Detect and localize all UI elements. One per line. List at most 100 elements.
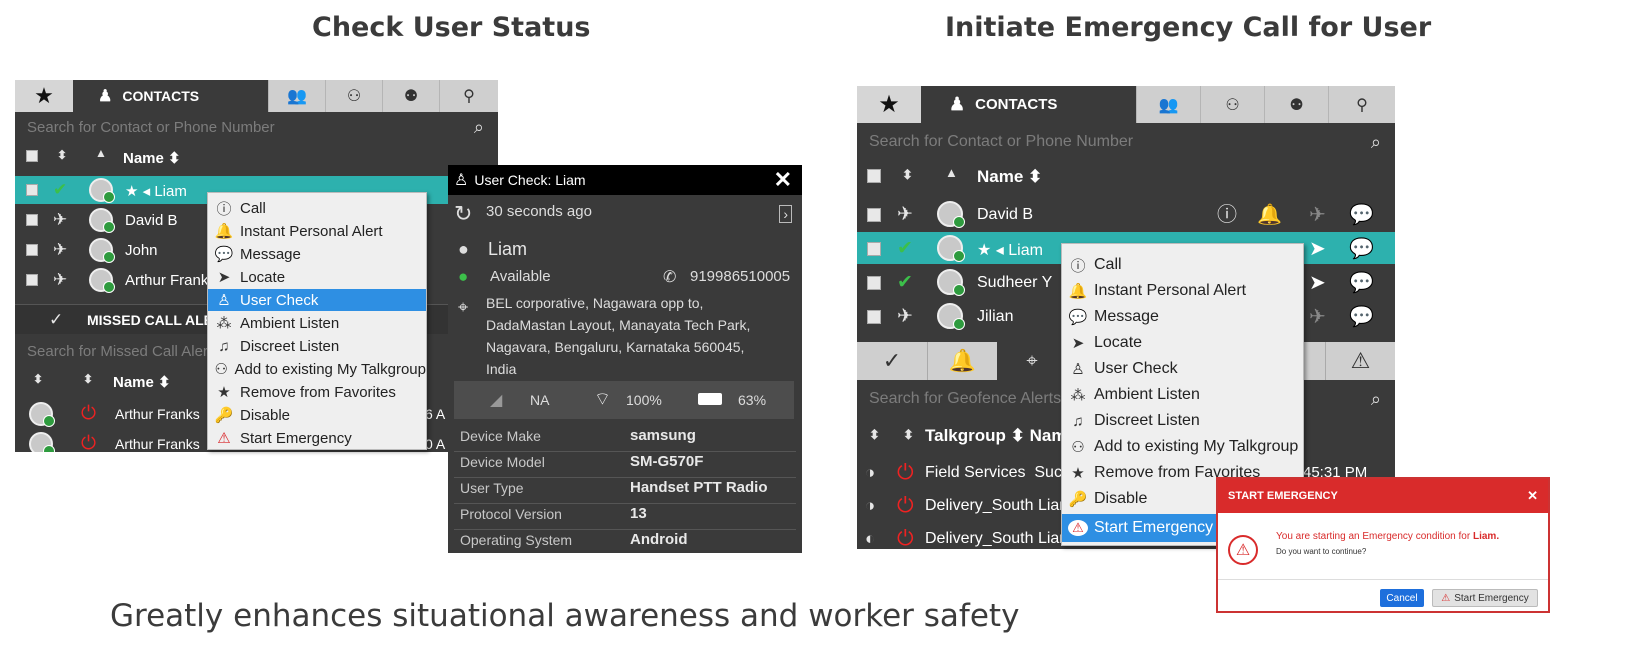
search-icon[interactable]: ⌕: [1371, 389, 1381, 410]
name-column-header[interactable]: Name ⬍: [123, 149, 181, 167]
offline-plane-icon: ✈: [897, 306, 913, 327]
locate-icon[interactable]: ✈: [1309, 205, 1326, 225]
refresh-icon[interactable]: ↻: [454, 201, 472, 227]
menu-instant-personal-alert[interactable]: 🔔 Instant Personal Alert: [1062, 278, 1303, 304]
message-icon[interactable]: 💬: [1349, 273, 1374, 293]
dispatch-tab[interactable]: ⚲: [439, 80, 498, 112]
dispatch-icon: ⚲: [463, 88, 475, 105]
start-emergency-button[interactable]: ⚠ Start Emergency: [1432, 589, 1538, 607]
menu-instant-personal-alert[interactable]: 🔔 Instant Personal Alert: [208, 220, 426, 242]
group-tab[interactable]: 👥: [268, 80, 325, 112]
cancel-button[interactable]: Cancel: [1380, 589, 1424, 607]
sort-icon[interactable]: ⬍: [83, 373, 93, 385]
menu-message[interactable]: 💬 Message: [208, 243, 426, 265]
menu-locate[interactable]: ➤ Locate: [208, 266, 426, 288]
alert-name: Delivery_South Liar: [925, 530, 1065, 547]
geofence-tab[interactable]: ⌖: [997, 342, 1067, 380]
device-make-label: Device Make: [460, 428, 541, 444]
row-checkbox[interactable]: [867, 276, 881, 290]
missed-call-tab[interactable]: ✓: [857, 342, 927, 380]
row-checkbox[interactable]: [26, 184, 38, 196]
close-icon[interactable]: ✕: [774, 167, 792, 193]
menu-user-check[interactable]: ♙ User Check: [1062, 356, 1303, 382]
group-tab[interactable]: 👥: [1136, 86, 1200, 123]
name-column-header[interactable]: Name ⬍: [977, 167, 1042, 187]
missed-call-icon: ✓: [49, 310, 64, 329]
discreet-listen-icon: ♫: [1072, 412, 1084, 430]
contact-search-input[interactable]: Search for Contact or Phone Number ⌕: [857, 126, 1395, 158]
row-checkbox[interactable]: [867, 208, 881, 222]
locate-icon[interactable]: ➤: [1309, 273, 1326, 293]
row-checkbox[interactable]: [867, 310, 881, 324]
broadcast-tab[interactable]: ⚉: [1264, 86, 1328, 123]
avatar: [937, 303, 965, 330]
user-check-titlebar: ♙ User Check: Liam ✕: [448, 165, 802, 195]
menu-user-check[interactable]: ♙ User Check: [208, 289, 426, 311]
sort-icon[interactable]: ⬍: [903, 428, 914, 441]
emergency-icon: ⚠: [1441, 592, 1451, 604]
expand-icon[interactable]: ›: [779, 205, 792, 223]
emergency-icon: ⚠: [217, 430, 231, 447]
dispatch-tab[interactable]: ⚲: [1328, 86, 1395, 123]
menu-ambient-listen[interactable]: ⁂ Ambient Listen: [1062, 382, 1303, 408]
menu-remove-favorites[interactable]: ★ Remove from Favorites: [208, 381, 426, 403]
message-icon[interactable]: 💬: [1349, 205, 1374, 225]
dialog-title: START EMERGENCY: [1228, 490, 1338, 502]
sort-icon[interactable]: ⬍: [869, 428, 880, 441]
favorites-tab[interactable]: ★: [857, 86, 921, 123]
group-icon: 👥: [1158, 96, 1179, 114]
missed-name: Arthur Franks: [115, 406, 200, 422]
emergency-tab[interactable]: ⚠: [1325, 342, 1395, 380]
start-emergency-dialog: START EMERGENCY ✕ ⚠ You are starting an …: [1216, 477, 1550, 613]
search-icon[interactable]: ⌕: [474, 117, 484, 138]
locate-icon[interactable]: ✈: [1309, 307, 1326, 327]
contacts-tab[interactable]: ♟ CONTACTS: [73, 80, 268, 112]
sort-up-icon[interactable]: ▲: [95, 147, 107, 159]
menu-start-emergency[interactable]: ⚠ Start Emergency: [208, 427, 426, 449]
row-checkbox[interactable]: [867, 242, 881, 256]
row-checkbox[interactable]: [26, 274, 38, 286]
missed-name-header[interactable]: Name ⬍: [113, 373, 171, 391]
locate-icon[interactable]: ➤: [1309, 239, 1326, 259]
sort-icon[interactable]: ⬍: [33, 373, 43, 385]
bell-icon[interactable]: 🔔: [1257, 205, 1282, 225]
menu-disable[interactable]: 🔑 Disable: [208, 404, 426, 426]
talkgroup-tab[interactable]: ⚇: [325, 80, 382, 112]
search-icon[interactable]: ⌕: [1371, 132, 1381, 153]
close-icon[interactable]: ✕: [1527, 488, 1538, 504]
menu-call[interactable]: ⓘ Call: [1062, 252, 1303, 278]
row-checkbox[interactable]: [26, 214, 38, 226]
message-icon[interactable]: 💬: [1349, 239, 1374, 259]
star-icon: ★: [878, 91, 900, 118]
available-icon: ●: [458, 267, 469, 286]
contact-search-input[interactable]: Search for Contact or Phone Number ⌕: [15, 113, 498, 141]
available-check-icon: ✔: [53, 180, 68, 199]
menu-discreet-listen[interactable]: ♫ Discreet Listen: [1062, 408, 1303, 434]
row-checkbox[interactable]: [26, 244, 38, 256]
favorites-tab[interactable]: ★: [15, 80, 73, 112]
phone-icon: ✆: [663, 269, 677, 286]
select-all-checkbox[interactable]: [26, 150, 38, 162]
broadcast-tab[interactable]: ⚉: [382, 80, 439, 112]
talkgroup-column-header[interactable]: Talkgroup ⬍ Nam: [925, 426, 1066, 446]
sort-icon[interactable]: ⬍: [57, 149, 67, 161]
menu-discreet-listen[interactable]: ♫ Discreet Listen: [208, 335, 426, 357]
menu-message[interactable]: 💬 Message: [1062, 304, 1303, 330]
contacts-tab-label: CONTACTS: [122, 88, 200, 104]
alerts-tab[interactable]: 🔔: [927, 342, 997, 380]
call-icon[interactable]: ⓘ: [1217, 205, 1237, 225]
last-update: 30 seconds ago: [486, 203, 592, 220]
ambient-listen-icon: ⁂: [216, 315, 232, 332]
talkgroup-tab[interactable]: ⚇: [1200, 86, 1264, 123]
menu-call[interactable]: ⓘ Call: [208, 197, 426, 219]
sort-icon[interactable]: ⬍: [902, 168, 913, 181]
contacts-tab[interactable]: ♟ CONTACTS: [921, 86, 1136, 123]
menu-ambient-listen[interactable]: ⁂ Ambient Listen: [208, 312, 426, 334]
message-icon[interactable]: 💬: [1349, 307, 1374, 327]
contact-row-david[interactable]: ✈ David B ⓘ 🔔 ✈ 💬: [857, 198, 1395, 230]
menu-add-to-talkgroup[interactable]: ⚇ Add to existing My Talkgroup: [1062, 434, 1303, 460]
sort-up-icon[interactable]: ▲: [945, 166, 958, 179]
menu-add-to-talkgroup[interactable]: ⚇ Add to existing My Talkgroup: [208, 358, 426, 380]
menu-locate[interactable]: ➤ Locate: [1062, 330, 1303, 356]
select-all-checkbox[interactable]: [867, 169, 881, 183]
